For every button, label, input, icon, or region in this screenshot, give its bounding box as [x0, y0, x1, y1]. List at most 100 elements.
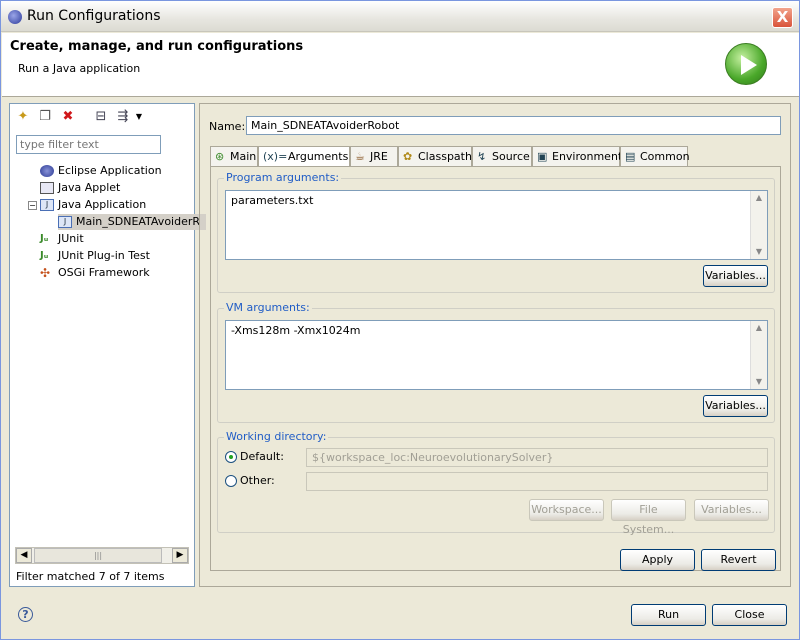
tab-label: Arguments: [288, 150, 349, 163]
new-config-icon[interactable]: ✦: [16, 110, 30, 124]
workdir-variables-button[interactable]: Variables...: [694, 499, 769, 521]
scroll-thumb[interactable]: |||: [34, 548, 162, 563]
configuration-tree-panel: ✦ ❐ ✖ ⊟ ⇶ ▼ Eclipse Application Java App…: [9, 103, 207, 587]
filter-icon[interactable]: ⇶: [116, 110, 130, 124]
run-icon: [725, 43, 767, 85]
vm-variables-button[interactable]: Variables...: [703, 395, 768, 417]
program-arguments-label: Program arguments:: [224, 171, 342, 184]
duplicate-config-icon[interactable]: ❐: [38, 110, 52, 124]
tree-item-label: OSGi Framework: [58, 266, 150, 279]
window-title: Run Configurations: [27, 8, 161, 24]
vm-arguments-field[interactable]: -Xms128m -Xmx1024m ▲ ▼: [225, 320, 768, 390]
scroll-down-icon[interactable]: ▼: [751, 375, 767, 389]
tab-label: Main: [230, 150, 257, 163]
tab-label: Environment: [552, 150, 623, 163]
other-radio-label: Other:: [240, 474, 275, 487]
eclipse-icon: [8, 10, 22, 24]
scroll-down-icon[interactable]: ▼: [751, 245, 767, 259]
environment-tab-icon: ▣: [537, 150, 548, 163]
dialog-header: Create, manage, and run configurations R…: [2, 33, 799, 97]
help-icon[interactable]: ?: [18, 607, 33, 622]
tab-label: JRE: [370, 150, 388, 163]
classpath-tab-icon: ✿: [403, 150, 413, 163]
tree-item-label: Java Applet: [58, 181, 121, 194]
tree-item-eclipse-application[interactable]: Eclipse Application: [40, 163, 162, 179]
run-configurations-window: Run Configurations X Create, manage, and…: [0, 0, 800, 640]
working-directory-group: Working directory: Default: ${workspace_…: [217, 430, 775, 536]
main-tab-icon: ⊛: [215, 150, 225, 163]
source-tab-icon: ↯: [477, 150, 487, 163]
scroll-up-icon[interactable]: ▲: [751, 321, 767, 335]
configuration-editor-panel: Name: Main_SDNEATAvoiderRobot ⊛ Main (x)=…: [199, 103, 791, 587]
tree-item-label: JUnit: [58, 232, 84, 245]
java-app-icon: J: [40, 199, 54, 211]
tab-label: Source: [492, 150, 530, 163]
tab-environment[interactable]: ▣ Environment: [532, 146, 623, 166]
tab-arguments[interactable]: (x)=Arguments: [258, 146, 350, 167]
name-field[interactable]: Main_SDNEATAvoiderRobot: [246, 116, 781, 135]
tree-item-label: JUnit Plug-in Test: [58, 249, 150, 262]
apply-button[interactable]: Apply: [620, 549, 695, 571]
scroll-right-icon[interactable]: ▶: [172, 548, 188, 563]
tab-label: Classpath: [418, 150, 472, 163]
tab-main[interactable]: ⊛ Main: [210, 146, 258, 166]
tree-item-junit-plugin-test[interactable]: Jᵤ JUnit Plug-in Test: [40, 248, 150, 264]
header-title: Create, manage, and run configurations: [10, 39, 304, 54]
java-applet-icon: [40, 182, 54, 194]
program-arguments-value: parameters.txt: [231, 194, 314, 207]
arguments-tab-icon: (x)=: [263, 150, 288, 163]
tree-item-osgi-framework[interactable]: ✣ OSGi Framework: [40, 265, 150, 281]
horizontal-scrollbar[interactable]: ◀ ||| ▶: [15, 547, 189, 564]
filter-menu-chevron-icon[interactable]: ▼: [132, 110, 146, 124]
collapse-all-icon[interactable]: ⊟: [94, 110, 108, 124]
other-radio[interactable]: [225, 475, 237, 487]
osgi-icon: ✣: [40, 266, 51, 280]
tab-classpath[interactable]: ✿ Classpath: [398, 146, 472, 166]
program-arguments-scrollbar[interactable]: ▲ ▼: [750, 191, 767, 259]
other-directory-field: [306, 472, 768, 491]
collapse-toggle-icon[interactable]: −: [28, 200, 37, 210]
vm-arguments-label: VM arguments:: [224, 301, 312, 314]
config-tabs: ⊛ Main (x)=Arguments ☕ JRE ✿ Classpath ↯ Sou…: [210, 146, 780, 167]
header-subtitle: Run a Java application: [18, 62, 141, 75]
file-system-button[interactable]: File System...: [611, 499, 686, 536]
other-radio-row[interactable]: Other:: [225, 474, 275, 487]
scroll-up-icon[interactable]: ▲: [751, 191, 767, 205]
filter-input[interactable]: [16, 135, 161, 154]
delete-config-icon[interactable]: ✖: [61, 110, 75, 124]
jre-tab-icon: ☕: [355, 150, 365, 163]
tab-common[interactable]: ▤ Common: [620, 146, 690, 166]
arguments-tab-body: Program arguments: parameters.txt ▲ ▼ Va…: [210, 166, 781, 571]
program-variables-button[interactable]: Variables...: [703, 265, 768, 287]
program-arguments-group: Program arguments: parameters.txt ▲ ▼ Va…: [217, 171, 775, 293]
eclipse-icon: [40, 165, 54, 177]
tree-item-java-application[interactable]: − J Java Application: [28, 197, 146, 213]
junit-plugin-icon: Jᵤ: [40, 250, 49, 261]
tree-item-label: Java Application: [58, 198, 147, 211]
default-radio-row[interactable]: Default:: [225, 450, 284, 463]
vm-arguments-scrollbar[interactable]: ▲ ▼: [750, 321, 767, 389]
filter-status: Filter matched 7 of 7 items: [16, 570, 165, 583]
common-tab-icon: ▤: [625, 150, 636, 163]
tree-toolbar: ✦ ❐ ✖ ⊟ ⇶ ▼: [10, 104, 194, 130]
revert-button[interactable]: Revert: [701, 549, 776, 571]
tree-item-junit[interactable]: Jᵤ JUnit: [40, 231, 84, 247]
run-button[interactable]: Run: [631, 604, 706, 626]
java-config-icon: J: [58, 216, 72, 228]
tree-item-java-applet[interactable]: Java Applet: [40, 180, 120, 196]
vm-arguments-group: VM arguments: -Xms128m -Xmx1024m ▲ ▼ Var…: [217, 301, 775, 423]
workspace-button[interactable]: Workspace...: [529, 499, 604, 521]
tab-source[interactable]: ↯ Source: [472, 146, 532, 166]
close-button[interactable]: Close: [712, 604, 787, 626]
program-arguments-field[interactable]: parameters.txt ▲ ▼: [225, 190, 768, 260]
title-bar: Run Configurations X: [1, 1, 799, 32]
scroll-left-icon[interactable]: ◀: [16, 548, 32, 563]
default-radio-label: Default:: [240, 450, 284, 463]
tree-item-label: Main_SDNEATAvoiderR: [76, 215, 201, 228]
tab-jre[interactable]: ☕ JRE: [350, 146, 398, 166]
vm-arguments-value: -Xms128m -Xmx1024m: [231, 324, 361, 337]
tree-item-main-sdneat[interactable]: J Main_SDNEATAvoiderR: [58, 214, 207, 230]
working-directory-label: Working directory:: [224, 430, 329, 443]
default-radio[interactable]: [225, 451, 237, 463]
close-window-button[interactable]: X: [772, 7, 793, 28]
